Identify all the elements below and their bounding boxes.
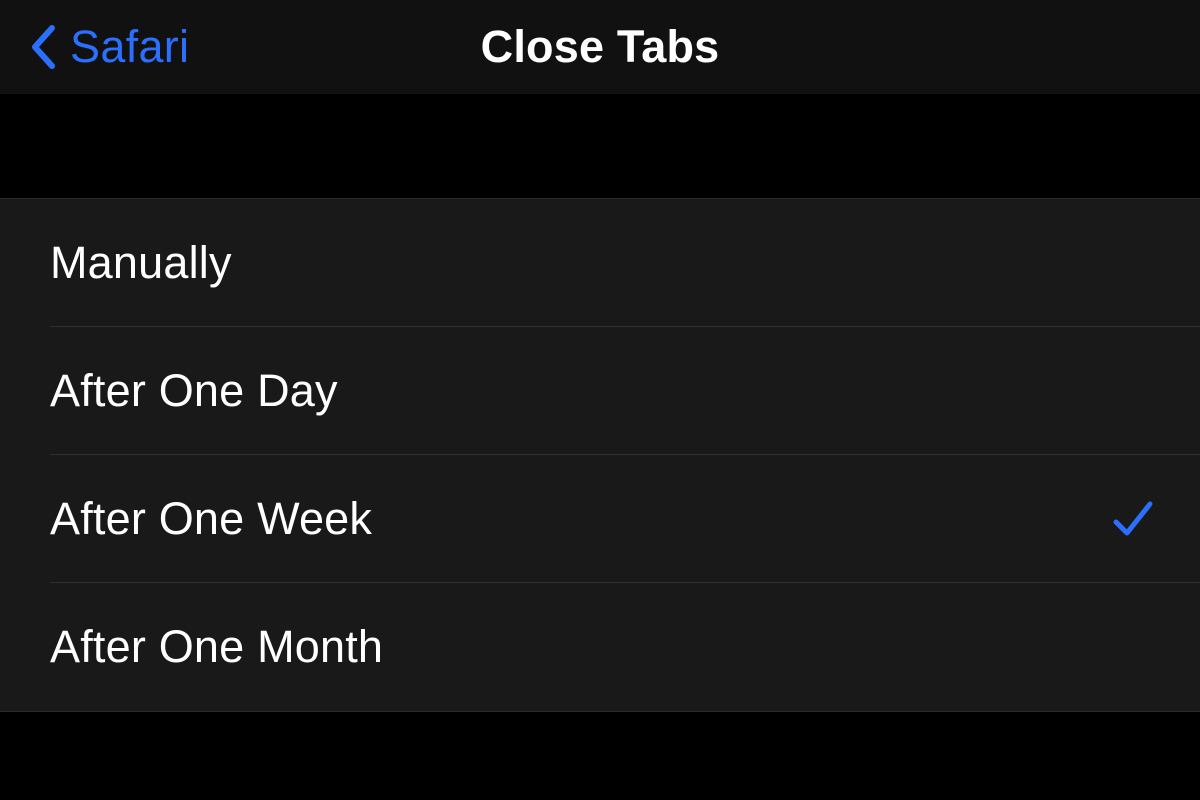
option-label: After One Day <box>50 365 338 417</box>
bottom-spacer <box>0 712 1200 800</box>
option-after-one-month[interactable]: After One Month <box>0 583 1200 711</box>
option-after-one-day[interactable]: After One Day <box>0 327 1200 455</box>
back-button[interactable]: Safari <box>30 21 189 73</box>
option-label: Manually <box>50 237 232 289</box>
chevron-left-icon <box>30 25 56 69</box>
checkmark-icon <box>1110 496 1156 542</box>
option-manually[interactable]: Manually <box>0 199 1200 327</box>
page-title: Close Tabs <box>481 21 720 73</box>
section-spacer <box>0 94 1200 198</box>
nav-bar: Safari Close Tabs <box>0 0 1200 94</box>
back-label: Safari <box>70 21 189 73</box>
close-tabs-options: Manually After One Day After One Week Af… <box>0 198 1200 712</box>
option-label: After One Month <box>50 621 383 673</box>
option-label: After One Week <box>50 493 372 545</box>
option-after-one-week[interactable]: After One Week <box>0 455 1200 583</box>
